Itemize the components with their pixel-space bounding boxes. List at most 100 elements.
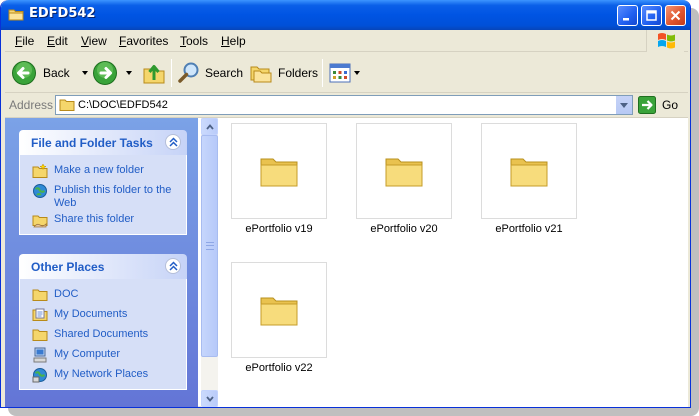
views-button[interactable] <box>329 58 360 88</box>
panel-header[interactable]: File and Folder Tasks <box>19 130 187 155</box>
place-doc[interactable]: DOC <box>20 285 186 305</box>
panel-title: Other Places <box>31 260 105 274</box>
menu-tools[interactable]: Tools <box>180 34 208 48</box>
other-places-panel: Other Places DOC My Documents Shared Doc… <box>19 254 187 390</box>
menu-help[interactable]: Help <box>221 34 246 48</box>
address-input[interactable]: C:\DOC\EDFD542 <box>55 95 633 115</box>
file-name: ePortfolio v21 <box>495 223 563 235</box>
search-button[interactable]: Search <box>177 58 243 88</box>
file-tile[interactable]: ePortfolio v22 <box>219 262 339 374</box>
menu-favorites[interactable]: Favorites <box>119 34 168 48</box>
panel-header[interactable]: Other Places <box>19 254 187 279</box>
publish-web-icon <box>33 184 47 198</box>
collapse-button[interactable] <box>165 134 181 150</box>
file-name: ePortfolio v20 <box>370 223 438 235</box>
folders-button[interactable]: Folders <box>249 58 318 88</box>
menu-bar: File Edit View Favorites Tools Help <box>5 30 688 52</box>
title-bar[interactable]: EDFD542 <box>1 0 690 30</box>
file-name: ePortfolio v19 <box>245 223 313 235</box>
chevron-up-icon <box>169 137 178 147</box>
folders-icon <box>250 66 272 83</box>
menu-view[interactable]: View <box>81 34 107 48</box>
place-my-network-places[interactable]: My Network Places <box>20 365 186 385</box>
go-button[interactable]: Go <box>638 95 678 115</box>
forward-button[interactable] <box>92 58 132 88</box>
address-dropdown-button[interactable] <box>615 96 632 114</box>
minimize-icon <box>623 18 629 21</box>
collapse-button[interactable] <box>165 258 181 274</box>
back-dropdown-arrow[interactable] <box>81 71 88 75</box>
place-label: My Computer <box>54 348 121 360</box>
up-folder-icon <box>143 65 165 84</box>
search-label: Search <box>205 66 244 80</box>
go-arrow-icon <box>638 96 656 114</box>
panel-body: Make a new folder Publish this folder to… <box>19 155 187 235</box>
views-icon <box>329 63 351 83</box>
folder-icon <box>8 9 24 21</box>
network-places-icon <box>32 368 47 383</box>
menu-edit[interactable]: Edit <box>47 34 68 48</box>
explorer-window: EDFD542 File Edit View Favorites Tools H… <box>0 0 691 408</box>
place-my-computer[interactable]: My Computer <box>20 345 186 365</box>
folder-icon <box>32 289 48 301</box>
folder-icon <box>260 297 298 326</box>
place-my-documents[interactable]: My Documents <box>20 305 186 325</box>
place-label: Shared Documents <box>54 328 149 340</box>
thumbnail <box>481 123 577 219</box>
task-share-folder[interactable]: Share this folder <box>20 210 186 230</box>
go-label: Go <box>662 98 679 112</box>
task-publish-folder[interactable]: Publish this folder to the Web <box>20 181 186 210</box>
back-arrow-icon <box>12 61 36 85</box>
close-button[interactable] <box>665 5 686 26</box>
folder-icon <box>260 158 298 187</box>
thumbnail <box>231 262 327 358</box>
task-label: Publish this folder to the Web <box>54 184 172 209</box>
close-icon <box>670 10 681 21</box>
my-computer-icon <box>33 347 47 363</box>
search-icon <box>178 62 199 83</box>
scroll-thumb[interactable] <box>201 135 218 357</box>
back-button[interactable]: Back <box>11 58 88 88</box>
maximize-icon <box>646 10 657 21</box>
file-name: ePortfolio v22 <box>245 362 313 374</box>
place-shared-documents[interactable]: Shared Documents <box>20 325 186 345</box>
share-folder-icon <box>32 215 48 228</box>
menu-file[interactable]: File <box>15 34 34 48</box>
panel-title: File and Folder Tasks <box>31 136 153 150</box>
my-documents-icon <box>32 308 48 321</box>
maximize-button[interactable] <box>641 5 662 26</box>
folders-label: Folders <box>278 66 319 80</box>
place-label: My Network Places <box>54 368 149 380</box>
task-label: Share this folder <box>54 213 135 225</box>
file-view: ePortfolio v19 ePortfolio v20 ePortfolio… <box>218 118 688 407</box>
vertical-scrollbar[interactable] <box>201 118 218 407</box>
task-pane: File and Folder Tasks Make a new folder <box>5 118 198 407</box>
thumbnail <box>231 123 327 219</box>
address-bar: Address C:\DOC\EDFD542 Go <box>5 94 688 116</box>
thumbnail <box>356 123 452 219</box>
chevron-down-icon <box>206 396 214 402</box>
forward-dropdown-arrow[interactable] <box>126 71 132 75</box>
panel-body: DOC My Documents Shared Documents My Com… <box>19 279 187 390</box>
file-tile[interactable]: ePortfolio v20 <box>344 123 464 235</box>
file-tile[interactable]: ePortfolio v21 <box>469 123 589 235</box>
back-label: Back <box>43 66 70 80</box>
folder-icon <box>32 329 48 341</box>
views-dropdown-arrow[interactable] <box>354 71 360 75</box>
file-folder-tasks-panel: File and Folder Tasks Make a new folder <box>19 130 187 235</box>
toolbar: Back Search Folders <box>5 53 688 93</box>
minimize-button[interactable] <box>617 5 638 26</box>
scroll-down-button[interactable] <box>201 390 218 407</box>
new-folder-icon <box>32 163 48 178</box>
file-tile[interactable]: ePortfolio v19 <box>219 123 339 235</box>
folder-icon <box>385 158 423 187</box>
chevron-up-icon <box>169 261 178 271</box>
folder-icon <box>510 158 548 187</box>
task-label: Make a new folder <box>54 164 144 176</box>
scroll-up-button[interactable] <box>201 118 218 135</box>
place-label: My Documents <box>54 308 128 320</box>
task-make-new-folder[interactable]: Make a new folder <box>20 161 186 181</box>
up-folder-button[interactable] <box>142 58 166 88</box>
place-label: DOC <box>54 288 79 300</box>
address-path: C:\DOC\EDFD542 <box>78 99 168 111</box>
